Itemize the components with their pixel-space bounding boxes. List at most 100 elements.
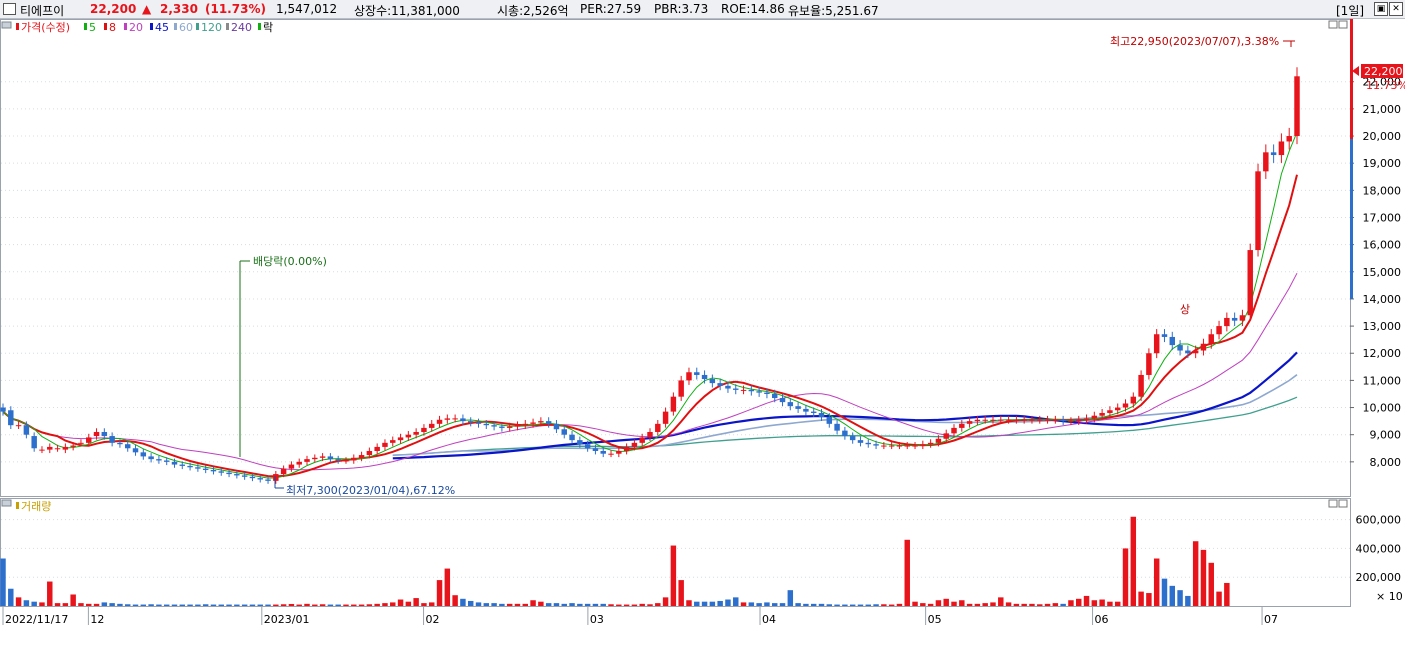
candle	[538, 421, 544, 423]
candle	[733, 388, 739, 390]
right-scroll-strip-blue[interactable]	[1350, 139, 1353, 299]
candle	[561, 429, 567, 435]
candle	[195, 467, 201, 469]
candle	[218, 471, 224, 473]
volume-bar	[920, 603, 926, 606]
volume-bar	[1060, 603, 1066, 606]
volume-bars	[0, 516, 1230, 606]
candle	[1216, 326, 1222, 335]
candle	[530, 422, 536, 424]
price-tick-label: 19,000	[1363, 157, 1402, 170]
candle	[1177, 345, 1183, 351]
price-pane-header-icon[interactable]	[1, 21, 12, 29]
volume-bar	[1083, 595, 1090, 606]
candle	[273, 474, 279, 481]
candle	[639, 437, 645, 443]
volume-bar	[241, 604, 248, 606]
volume-bar	[70, 594, 76, 606]
volume-bar	[865, 604, 871, 606]
candle	[124, 444, 131, 449]
close-icon[interactable]: ✕	[1389, 2, 1403, 16]
candle	[62, 446, 69, 450]
price-change: 2,330	[160, 2, 198, 16]
candle	[764, 392, 770, 394]
volume-bar	[288, 603, 295, 606]
volume-bar	[896, 603, 903, 606]
candle	[8, 410, 14, 426]
volume-bar	[1146, 593, 1152, 606]
price-tick-label: 16,000	[1363, 239, 1402, 252]
price-tick-label: 13,000	[1363, 320, 1402, 333]
candle	[413, 431, 419, 435]
volume-bar	[1169, 585, 1176, 606]
candle	[397, 437, 404, 441]
candle	[966, 421, 973, 424]
date-tick-label: 05	[928, 613, 942, 626]
candle	[475, 422, 482, 424]
volume-bar	[54, 603, 61, 606]
moving-average-ma5	[2, 132, 1298, 479]
volume-bar	[1216, 591, 1222, 606]
vpane-close-icon[interactable]	[1338, 499, 1348, 508]
volume-bar	[561, 603, 567, 606]
volume-bar	[592, 603, 599, 606]
volume-bar	[31, 601, 37, 606]
stock-chart[interactable]: 가격(수정) 5 8 20 45 60 120 240 락 거래량 8,000 9…	[0, 19, 1405, 648]
volume-bar	[927, 603, 934, 606]
volume-bar	[826, 604, 833, 606]
candle	[888, 445, 895, 447]
candle	[998, 419, 1004, 421]
legend-ma120: 120	[201, 21, 222, 34]
volume-bar	[803, 603, 809, 606]
volume-bar	[522, 603, 529, 606]
candle	[670, 396, 677, 412]
date-tick-label: 12	[90, 613, 104, 626]
listed-shares: 상장수:11,381,000	[354, 4, 460, 18]
volume-bar	[132, 604, 139, 606]
candle	[312, 457, 318, 460]
stock-name[interactable]: 티에프이	[20, 2, 64, 19]
candle	[140, 452, 147, 457]
date-tick-label: 02	[426, 613, 440, 626]
candle	[156, 459, 162, 461]
candle	[803, 408, 809, 412]
candle	[47, 446, 53, 450]
candle	[608, 453, 614, 455]
candle	[1107, 410, 1113, 413]
volume-pane-header-icon[interactable]	[1, 499, 12, 507]
candle	[717, 383, 723, 386]
candle	[748, 389, 755, 392]
candle	[327, 456, 334, 460]
maximize-icon[interactable]: ▣	[1374, 2, 1388, 16]
vpane-minimize-icon[interactable]	[1328, 499, 1338, 508]
volume-bar	[117, 603, 123, 606]
candle	[148, 456, 154, 460]
volume-bar	[733, 597, 739, 606]
candle	[959, 423, 965, 428]
candle	[1200, 343, 1207, 351]
upper-limit-marker: 상	[1180, 303, 1190, 316]
pane-minimize-icon[interactable]	[1328, 20, 1338, 29]
candle	[818, 412, 825, 418]
volume-bar	[662, 597, 669, 606]
volume-bar	[187, 604, 193, 606]
menu-icon[interactable]	[3, 3, 16, 15]
volume-bar	[974, 603, 981, 606]
candle	[1239, 315, 1246, 321]
period-button[interactable]: [1일]	[1336, 2, 1364, 19]
volume-bar	[631, 604, 638, 606]
volume-bar	[701, 601, 708, 606]
volume-bar	[717, 600, 723, 606]
current-price: 22,200	[90, 2, 137, 16]
right-scroll-strip[interactable]	[1350, 19, 1353, 139]
candle	[974, 419, 981, 422]
volume-bar	[319, 604, 326, 606]
trade-volume: 1,547,012	[276, 2, 338, 16]
candle	[86, 437, 92, 443]
date-tick-label: 07	[1264, 613, 1278, 626]
volume-bar	[491, 603, 497, 606]
candle	[865, 442, 871, 445]
volume-bar	[1185, 595, 1191, 606]
date-tick-label: 06	[1095, 613, 1109, 626]
pane-close-icon[interactable]	[1338, 20, 1348, 29]
